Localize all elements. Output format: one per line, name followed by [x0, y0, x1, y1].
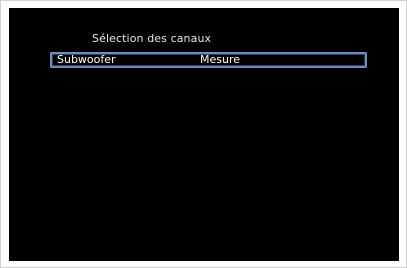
- menu-item-subwoofer[interactable]: Subwoofer Mesure: [50, 52, 367, 68]
- osd-screen: Sélection des canaux Subwoofer Mesure: [9, 8, 399, 261]
- screen-frame: Sélection des canaux Subwoofer Mesure: [0, 0, 407, 268]
- menu-title: Sélection des canaux: [92, 32, 212, 45]
- menu-item-label: Subwoofer: [57, 53, 116, 66]
- menu-item-value: Mesure: [200, 53, 241, 66]
